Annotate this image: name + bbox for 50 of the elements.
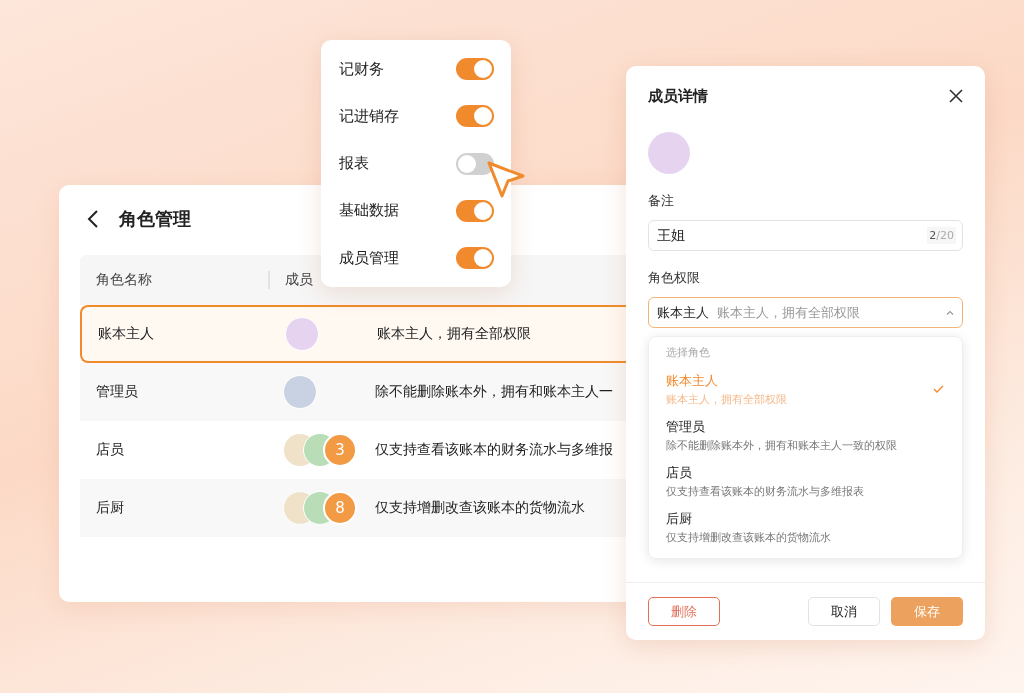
field-label: 备注	[648, 192, 675, 210]
check-icon	[933, 385, 944, 393]
role-name: 账本主人	[97, 325, 155, 343]
select-value: 账本主人	[657, 303, 709, 322]
role-name: 后厨	[95, 499, 125, 517]
option-name: 店员	[666, 463, 693, 482]
select-hint: 账本主人，拥有全部权限	[717, 303, 861, 322]
permission-label: 记财务	[339, 59, 384, 79]
toggle-switch[interactable]	[456, 58, 494, 80]
role-description: 仅支持查看该账本的财务流水与多维报	[375, 441, 613, 459]
role-select[interactable]: 账本主人 账本主人，拥有全部权限	[648, 297, 963, 328]
option-description: 仅支持增删改查该账本的货物流水	[666, 530, 831, 545]
column-header: 角色名称	[95, 271, 153, 289]
back-icon[interactable]	[87, 209, 99, 229]
option-description: 账本主人，拥有全部权限	[666, 392, 787, 407]
option-name: 管理员	[666, 417, 706, 436]
toggle-switch[interactable]	[456, 247, 494, 269]
close-icon[interactable]	[949, 89, 963, 103]
role-name: 管理员	[95, 383, 139, 401]
role-option[interactable]: 后厨 仅支持增删改查该账本的货物流水	[666, 504, 944, 550]
toggle-switch[interactable]	[456, 105, 494, 128]
role-option[interactable]: 管理员 除不能删除账本外，拥有和账本主人一致的权限	[666, 412, 944, 458]
avatar	[285, 317, 319, 351]
permission-label: 报表	[339, 154, 369, 173]
option-description: 除不能删除账本外，拥有和账本主人一致的权限	[666, 438, 897, 453]
permission-label: 成员管理	[339, 248, 399, 268]
cancel-button[interactable]: 取消	[808, 597, 880, 626]
page-title: 角色管理	[119, 207, 191, 231]
option-name: 后厨	[666, 509, 693, 528]
character-counter: 2/20	[927, 227, 956, 244]
toggle-switch[interactable]	[456, 152, 494, 175]
role-description: 仅支持增删改查该账本的货物流水	[375, 499, 585, 517]
member-count: 3	[323, 433, 357, 467]
panel-title: 成员详情	[648, 86, 708, 106]
avatar	[283, 375, 317, 409]
input-value: 王姐	[657, 226, 685, 245]
role-option[interactable]: 店员 仅支持查看该账本的财务流水与多维报表	[666, 458, 944, 504]
field-label: 角色权限	[648, 269, 701, 287]
permission-label: 记进销存	[339, 106, 399, 126]
option-description: 仅支持查看该账本的财务流水与多维报表	[666, 484, 864, 499]
permission-label: 基础数据	[339, 201, 399, 221]
role-name: 店员	[95, 441, 125, 459]
note-input-field[interactable]: 王姐 2/20	[648, 220, 963, 251]
member-count: 8	[323, 491, 357, 525]
option-name: 账本主人	[666, 371, 719, 390]
role-description: 账本主人，拥有全部权限	[377, 325, 531, 343]
toggle-switch[interactable]	[456, 199, 494, 222]
avatar	[648, 132, 690, 174]
role-description: 除不能删除账本外，拥有和账本主人一	[375, 383, 613, 401]
dropdown-heading: 选择角色	[666, 345, 711, 360]
